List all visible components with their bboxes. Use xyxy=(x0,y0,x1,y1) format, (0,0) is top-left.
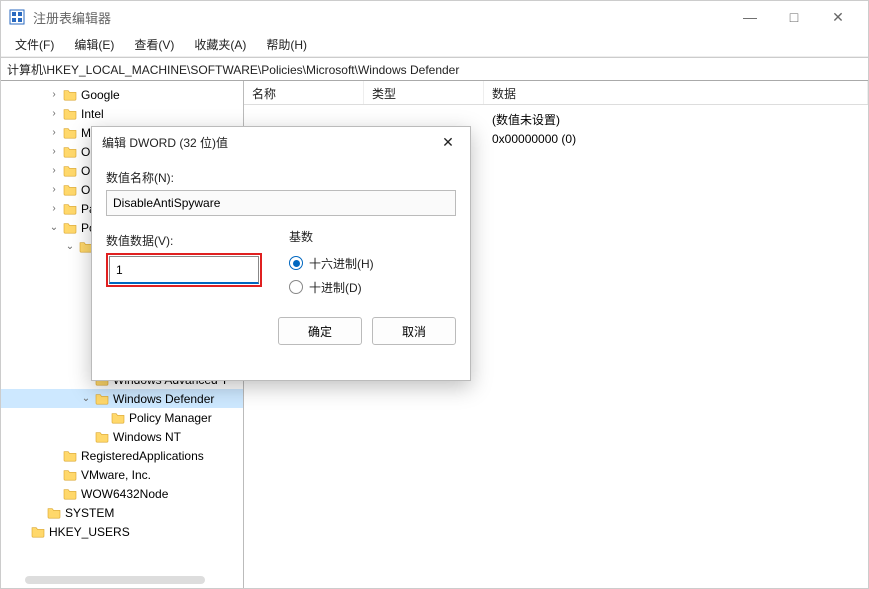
folder-icon xyxy=(63,89,77,101)
folder-icon xyxy=(63,146,77,158)
dialog-title: 编辑 DWORD (32 位)值 xyxy=(102,134,436,151)
tree-twisty[interactable]: › xyxy=(47,127,61,138)
folder-icon xyxy=(63,184,77,196)
radio-dec-row[interactable]: 十进制(D) xyxy=(289,275,456,299)
col-header-name[interactable]: 名称 xyxy=(244,81,364,104)
tree-twisty[interactable]: ⌄ xyxy=(47,222,61,233)
cell-data: (数值未设置) xyxy=(484,111,868,128)
tree-twisty[interactable]: › xyxy=(47,108,61,119)
tree-item[interactable]: › Google xyxy=(1,85,243,104)
value-name-label: 数值名称(N): xyxy=(106,169,456,186)
path-text: 计算机\HKEY_LOCAL_MACHINE\SOFTWARE\Policies… xyxy=(7,61,459,78)
tree-twisty[interactable]: › xyxy=(47,184,61,195)
tree-twisty[interactable]: › xyxy=(47,165,61,176)
menu-edit[interactable]: 编辑(E) xyxy=(66,34,122,55)
tree-twisty[interactable]: › xyxy=(47,203,61,214)
edit-dword-dialog: 编辑 DWORD (32 位)值 ✕ 数值名称(N): 数值数据(V): 基数 … xyxy=(91,126,471,381)
folder-icon xyxy=(63,165,77,177)
dialog-close-button[interactable]: ✕ xyxy=(436,134,460,151)
folder-icon xyxy=(63,203,77,215)
tree-item[interactable]: WOW6432Node xyxy=(1,484,243,503)
tree-item[interactable]: Policy Manager xyxy=(1,408,243,427)
window-controls: — □ ✕ xyxy=(736,9,860,26)
tree-label: Windows NT xyxy=(113,430,181,444)
folder-icon xyxy=(63,222,77,234)
minimize-button[interactable]: — xyxy=(736,9,764,26)
folder-icon xyxy=(63,469,77,481)
col-header-data[interactable]: 数据 xyxy=(484,81,868,104)
base-group-label: 基数 xyxy=(289,228,456,245)
radio-hex[interactable] xyxy=(289,256,303,270)
folder-icon xyxy=(63,450,77,462)
folder-icon xyxy=(47,507,61,519)
menu-favorites[interactable]: 收藏夹(A) xyxy=(186,34,254,55)
radio-dec-label: 十进制(D) xyxy=(309,279,362,296)
cell-data: 0x00000000 (0) xyxy=(484,132,868,146)
tree-twisty[interactable]: › xyxy=(47,89,61,100)
tree-item[interactable]: VMware, Inc. xyxy=(1,465,243,484)
tree-item[interactable]: ⌄ Windows Defender xyxy=(1,389,243,408)
tree-twisty[interactable]: ⌄ xyxy=(63,241,77,252)
list-header: 名称 类型 数据 xyxy=(244,81,868,105)
tree-label: Google xyxy=(81,88,120,102)
tree-twisty[interactable]: ⌄ xyxy=(79,393,93,404)
folder-icon xyxy=(63,127,77,139)
tree-item[interactable]: Windows NT xyxy=(1,427,243,446)
radio-hex-row[interactable]: 十六进制(H) xyxy=(289,251,456,275)
tree-label: Windows Defender xyxy=(113,392,214,406)
window-title: 注册表编辑器 xyxy=(33,8,736,27)
tree-label: VMware, Inc. xyxy=(81,468,151,482)
folder-icon xyxy=(63,108,77,120)
folder-icon xyxy=(63,488,77,500)
value-data-label: 数值数据(V): xyxy=(106,232,273,249)
regedit-window: 注册表编辑器 — □ ✕ 文件(F) 编辑(E) 查看(V) 收藏夹(A) 帮助… xyxy=(0,0,869,589)
horizontal-scrollbar[interactable] xyxy=(25,576,205,584)
tree-label: Intel xyxy=(81,107,104,121)
tree-label: WOW6432Node xyxy=(81,487,168,501)
value-data-input[interactable] xyxy=(109,256,259,284)
radio-hex-label: 十六进制(H) xyxy=(309,255,374,272)
menubar: 文件(F) 编辑(E) 查看(V) 收藏夹(A) 帮助(H) xyxy=(1,33,868,57)
col-header-type[interactable]: 类型 xyxy=(364,81,484,104)
folder-icon xyxy=(95,393,109,405)
menu-view[interactable]: 查看(V) xyxy=(126,34,182,55)
tree-label: Policy Manager xyxy=(129,411,212,425)
highlight-box xyxy=(106,253,262,287)
menu-help[interactable]: 帮助(H) xyxy=(258,34,315,55)
folder-icon xyxy=(95,431,109,443)
value-name-input[interactable] xyxy=(106,190,456,216)
dialog-titlebar: 编辑 DWORD (32 位)值 ✕ xyxy=(92,127,470,157)
maximize-button[interactable]: □ xyxy=(780,9,808,26)
folder-icon xyxy=(111,412,125,424)
tree-item[interactable]: › Intel xyxy=(1,104,243,123)
tree-item[interactable]: HKEY_USERS xyxy=(1,522,243,541)
tree-label: RegisteredApplications xyxy=(81,449,204,463)
tree-label: HKEY_USERS xyxy=(49,525,130,539)
cancel-button[interactable]: 取消 xyxy=(372,317,456,345)
tree-twisty[interactable]: › xyxy=(47,146,61,157)
tree-label: SYSTEM xyxy=(65,506,114,520)
address-bar[interactable]: 计算机\HKEY_LOCAL_MACHINE\SOFTWARE\Policies… xyxy=(1,57,868,81)
radio-dec[interactable] xyxy=(289,280,303,294)
folder-icon xyxy=(31,526,45,538)
tree-item[interactable]: SYSTEM xyxy=(1,503,243,522)
dialog-body: 数值名称(N): 数值数据(V): 基数 十六进制(H) xyxy=(92,157,470,380)
menu-file[interactable]: 文件(F) xyxy=(7,34,62,55)
close-button[interactable]: ✕ xyxy=(824,9,852,26)
titlebar: 注册表编辑器 — □ ✕ xyxy=(1,1,868,33)
dialog-buttons: 确定 取消 xyxy=(106,317,456,345)
tree-item[interactable]: RegisteredApplications xyxy=(1,446,243,465)
ok-button[interactable]: 确定 xyxy=(278,317,362,345)
app-icon xyxy=(9,9,25,25)
